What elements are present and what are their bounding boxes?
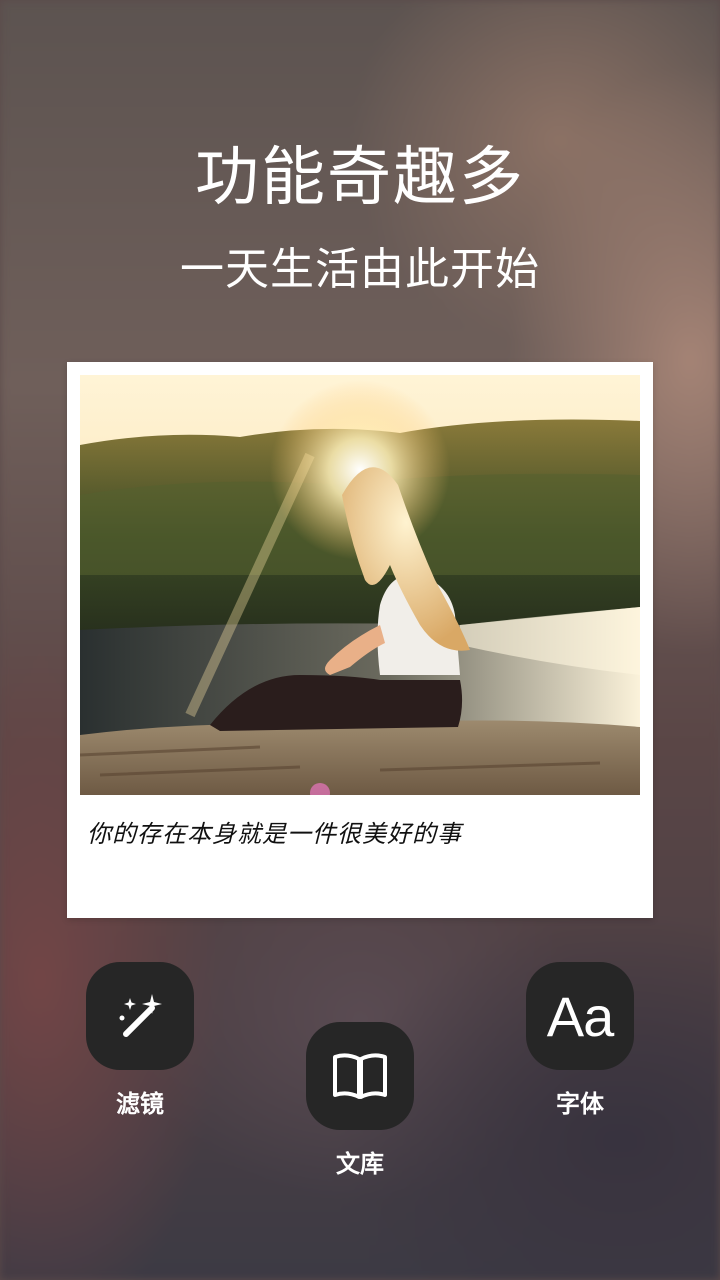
filter-icon-container[interactable] bbox=[86, 962, 194, 1070]
photo-card: 你的存在本身就是一件很美好的事 bbox=[67, 362, 653, 918]
font-icon-container[interactable]: Aa bbox=[526, 962, 634, 1070]
photo-caption: 你的存在本身就是一件很美好的事 bbox=[87, 820, 462, 848]
filter-tool-button[interactable]: 滤镜 bbox=[85, 962, 195, 1119]
photo bbox=[80, 375, 640, 795]
font-label: 字体 bbox=[556, 1090, 604, 1118]
page-subtitle: 一天生活由此开始 bbox=[180, 244, 540, 295]
library-tool-button[interactable]: 文库 bbox=[305, 1022, 415, 1179]
filter-label: 滤镜 bbox=[116, 1090, 164, 1118]
magic-wand-icon bbox=[119, 994, 162, 1037]
library-icon-container[interactable] bbox=[306, 1022, 414, 1130]
font-tool-button[interactable]: Aa 字体 bbox=[525, 962, 635, 1119]
page-title: 功能奇趣多 bbox=[195, 141, 525, 215]
font-aa-icon: Aa bbox=[546, 984, 614, 1048]
open-book-icon bbox=[333, 1053, 387, 1099]
library-label: 文库 bbox=[336, 1150, 384, 1178]
